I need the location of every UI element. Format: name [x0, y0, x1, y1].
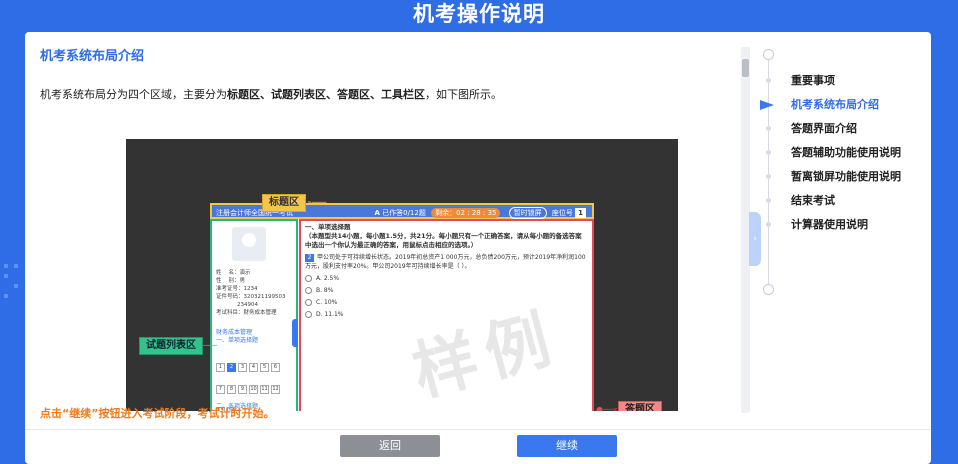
- seat-label: 座位号: [551, 209, 573, 217]
- timer: 剩余：02 : 28 : 35: [431, 208, 501, 218]
- title-area-label: 标题区: [262, 194, 306, 212]
- question-number-cell: 3: [238, 363, 247, 372]
- toc-item-label: 答题辅助功能使用说明: [791, 146, 901, 159]
- section-title: 机考系统布局介绍: [40, 49, 145, 64]
- back-button[interactable]: 返回: [340, 435, 440, 457]
- toc-dot-icon: [766, 174, 771, 179]
- toc-item-label: 计算器使用说明: [791, 218, 868, 231]
- question-number-cell: 2: [227, 363, 236, 372]
- candidate-info: 姓 名：演示 性 别：男 准考证号：1234 证件号码：320321199503…: [216, 270, 286, 316]
- question-group-header: 财务成本管理 一、单项选择题: [216, 329, 258, 345]
- group-single: 一、单项选择题: [216, 337, 259, 344]
- seat-number: 1: [575, 208, 586, 218]
- question-instructions: （本题型共14小题，每小题1.5分，共21分。每小题只有一个正确答案，请从每小题…: [305, 232, 582, 249]
- option-text: A. 2.5%: [316, 275, 340, 282]
- toc-dot-icon: [766, 198, 771, 203]
- toc-item[interactable]: 重要事项: [763, 73, 928, 97]
- question-number-cell: 8: [227, 385, 236, 394]
- toc-list: 重要事项机考系统布局介绍 答题界面介绍答题辅助功能使用说明 暂离锁屏功能使用说明 结束…: [760, 73, 928, 241]
- question-number-cell: 6: [271, 363, 280, 372]
- instruction-panel: 机考系统布局介绍 机考系统布局分为四个区域，主要分为标题区、试题列表区、答题区、…: [25, 32, 931, 464]
- scrollbar-thumb[interactable]: [742, 59, 749, 77]
- subject-link: 财务成本管理: [216, 329, 253, 336]
- title-area-arrow: »───: [307, 198, 327, 207]
- option-text: C. 10%: [316, 299, 338, 306]
- toc-start-cap: [763, 49, 774, 60]
- radio-icon: [305, 287, 312, 294]
- radio-icon: [305, 299, 312, 306]
- toc-dot-icon: [766, 222, 771, 227]
- question-list-area-label: 试题列表区: [139, 337, 203, 355]
- page-title: 机考操作说明: [413, 2, 545, 26]
- content-area: 机考系统布局介绍 机考系统布局分为四个区域，主要分为标题区、试题列表区、答题区、…: [40, 47, 730, 422]
- option-text: B. 8%: [316, 287, 334, 294]
- toc-dot-icon: [766, 150, 771, 155]
- toc-item[interactable]: 暂离锁屏功能使用说明: [763, 169, 928, 193]
- toc-item[interactable]: 机考系统布局介绍: [760, 97, 928, 121]
- toc-dot-icon: [766, 78, 771, 83]
- intro-areas: 标题区、试题列表区、答题区、工具栏区: [227, 88, 425, 101]
- toc-end-cap: [763, 284, 774, 295]
- question-number-cell: 10: [249, 385, 258, 394]
- radio-icon: [305, 275, 312, 282]
- avatar: [232, 227, 266, 261]
- answer-option: A. 2.5%: [305, 274, 588, 283]
- font-size-icon: A: [374, 209, 380, 217]
- continue-button[interactable]: 继续: [517, 435, 617, 457]
- lock-screen-button: 暂时锁屏: [508, 207, 547, 219]
- toc-dot-icon: [766, 126, 771, 131]
- toc-item[interactable]: 答题界面介绍: [763, 121, 928, 145]
- answer-area-label: 答题区: [618, 401, 662, 411]
- question-number-cell: 4: [249, 363, 258, 372]
- option-text: D. 11.1%: [316, 311, 344, 318]
- question-number-cell: 5: [260, 363, 269, 372]
- question-number-cell: 1: [216, 363, 225, 372]
- toc-item[interactable]: 结束考试: [763, 193, 928, 217]
- answer-area-arrow: ●──«: [596, 405, 618, 411]
- continue-note: 点击“继续”按钮进入考试阶段，考试计时开始。: [40, 407, 275, 420]
- footer: 返回 继续: [25, 429, 931, 464]
- background-decoration: [0, 260, 24, 320]
- collapse-tab: [292, 319, 298, 347]
- intro-prefix: 机考系统布局分为四个区域，主要分为: [40, 88, 227, 101]
- intro-suffix: ，如下图所示。: [425, 88, 502, 101]
- question-number-cell: 7: [216, 385, 225, 394]
- toc-item-label: 结束考试: [791, 194, 835, 207]
- toc-item-label: 暂离锁屏功能使用说明: [791, 170, 901, 183]
- question-text: 甲公司处于可持续增长状态。2019年初总资产1 000万元，总负债200万元，预…: [305, 254, 586, 270]
- question-number: 2: [305, 254, 314, 262]
- question-body: 2 甲公司处于可持续增长状态。2019年初总资产1 000万元，总负债200万元，…: [305, 253, 588, 271]
- toc-active-marker-icon: [760, 100, 774, 110]
- toc-item-label: 重要事项: [791, 74, 835, 87]
- table-of-contents: 重要事项机考系统布局介绍 答题界面介绍答题辅助功能使用说明 暂离锁屏功能使用说明 结束…: [760, 46, 928, 316]
- question-number-cell: 9: [238, 385, 247, 394]
- toc-item-label: 机考系统布局介绍: [791, 98, 879, 111]
- question-number-cell: 11: [260, 385, 269, 394]
- intro-text: 机考系统布局分为四个区域，主要分为标题区、试题列表区、答题区、工具栏区，如下图所…: [40, 87, 502, 103]
- radio-icon: [305, 311, 312, 318]
- question-list-arrow: »───: [198, 341, 218, 350]
- layout-diagram: 注册会计师全国统一考试 A 已作答0/12题 剩余：02 : 28 : 35 暂…: [126, 139, 678, 411]
- question-section-header: 一、单项选择题: [305, 223, 351, 231]
- toc-item-label: 答题界面介绍: [791, 122, 857, 135]
- toc-item[interactable]: 答题辅助功能使用说明: [763, 145, 928, 169]
- question-list-area: 姓 名：演示 性 别：男 准考证号：1234 证件号码：320321199503…: [210, 219, 298, 411]
- toc-toggle-handle[interactable]: ›: [749, 212, 761, 266]
- question-number-cell: 12: [271, 385, 280, 394]
- toc-item[interactable]: 计算器使用说明: [763, 217, 928, 241]
- answered-count: 已作答0/12题: [382, 209, 426, 217]
